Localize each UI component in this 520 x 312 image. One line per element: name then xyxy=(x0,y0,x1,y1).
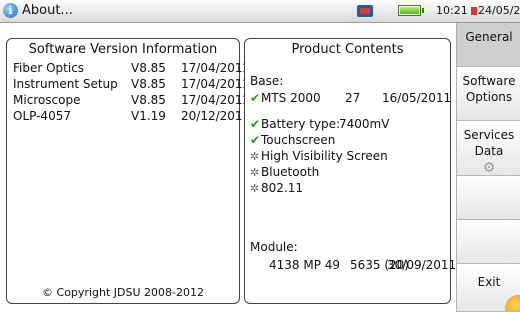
gear-icon: ⚙ xyxy=(482,160,496,176)
brand-logo-icon xyxy=(505,295,520,311)
wifi-label: 802.11 xyxy=(261,181,303,195)
software-version: V8.85 xyxy=(131,77,166,91)
module-date: 30/09/2011 xyxy=(387,258,457,272)
high-visibility-row: ✲ High Visibility Screen xyxy=(250,149,388,163)
touchscreen-label: Touchscreen xyxy=(261,133,336,147)
software-row: Microscope V8.85 17/04/2012 xyxy=(13,93,250,109)
software-row: Instrument Setup V8.85 17/04/2012 xyxy=(13,77,250,93)
battery-value: 7400mV xyxy=(339,117,390,131)
base-date: 16/05/2011 xyxy=(382,91,452,105)
software-list: Fiber Optics V8.85 17/04/2012 Instrument… xyxy=(13,61,250,125)
clock-date: 24/05/2012 xyxy=(478,4,520,17)
title-bar: i About... 10:21 24/05/2012 xyxy=(0,0,520,23)
check-icon: ✔ xyxy=(250,91,261,105)
software-name: OLP-4057 xyxy=(13,109,71,123)
software-options-line1: Software xyxy=(462,74,516,88)
module-name: 4138 MP 49 xyxy=(269,258,341,272)
sidebar: General Software Options Services Data ⚙… xyxy=(456,23,520,312)
exit-button[interactable]: Exit xyxy=(457,264,520,312)
info-icon: i xyxy=(3,3,18,18)
product-contents-panel: Product Contents Base: ✔MTS 2000 27 16/0… xyxy=(244,38,456,304)
empty-softkey-2[interactable] xyxy=(457,220,520,264)
exit-label: Exit xyxy=(477,275,501,289)
check-icon: ✔ xyxy=(250,133,261,147)
software-row: OLP-4057 V1.19 20/12/2011 xyxy=(13,109,250,125)
software-version: V8.85 xyxy=(131,93,166,107)
general-button[interactable]: General xyxy=(457,23,520,67)
check-icon: ✔ xyxy=(250,117,261,131)
touchscreen-row: ✔Touchscreen xyxy=(250,133,335,147)
copyright-text: © Copyright JDSU 2008-2012 xyxy=(42,286,204,299)
software-name: Microscope xyxy=(13,93,81,107)
software-version: V1.19 xyxy=(131,109,166,123)
instrument-logo-icon xyxy=(357,5,373,17)
window-title: About... xyxy=(22,3,73,18)
services-data-line1: Services xyxy=(463,128,515,142)
base-number: 27 xyxy=(345,91,361,105)
module-label: Module: xyxy=(250,240,298,254)
base-row: ✔MTS 2000 xyxy=(250,91,321,105)
software-name: Fiber Optics xyxy=(13,61,85,75)
clock-time: 10:21 xyxy=(436,4,468,17)
battery-row: ✔Battery type: xyxy=(250,117,340,131)
general-label: General xyxy=(465,30,513,44)
software-row: Fiber Optics V8.85 17/04/2012 xyxy=(13,61,250,77)
software-date: 17/04/2012 xyxy=(181,61,251,75)
services-data-line2: Data xyxy=(474,144,504,158)
battery-icon xyxy=(398,5,424,16)
software-options-line2: Options xyxy=(465,90,513,104)
unavailable-icon: ✲ xyxy=(250,150,260,163)
bluetooth-row: ✲ Bluetooth xyxy=(250,165,319,179)
about-content: Software Version Information Fiber Optic… xyxy=(0,23,456,312)
unavailable-icon: ✲ xyxy=(250,166,260,179)
software-options-button[interactable]: Software Options xyxy=(457,67,520,121)
base-name: MTS 2000 xyxy=(261,91,321,105)
base-label: Base: xyxy=(250,74,284,88)
services-data-button[interactable]: Services Data ⚙ xyxy=(457,121,520,176)
wifi-row: ✲ 802.11 xyxy=(250,181,303,195)
software-name: Instrument Setup xyxy=(13,77,118,91)
software-date: 17/04/2012 xyxy=(181,93,251,107)
bluetooth-label: Bluetooth xyxy=(261,165,320,179)
software-date: 17/04/2012 xyxy=(181,77,251,91)
software-version-panel: Software Version Information Fiber Optic… xyxy=(6,38,250,304)
unavailable-icon: ✲ xyxy=(250,182,260,195)
flag-icon xyxy=(471,7,477,15)
empty-softkey-1[interactable] xyxy=(457,176,520,220)
software-date: 20/12/2011 xyxy=(181,109,251,123)
high-visibility-label: High Visibility Screen xyxy=(261,149,388,163)
software-panel-title: Software Version Information xyxy=(28,42,218,57)
software-version: V8.85 xyxy=(131,61,166,75)
battery-type-label: Battery type: xyxy=(261,117,341,131)
product-panel-title: Product Contents xyxy=(291,42,404,57)
